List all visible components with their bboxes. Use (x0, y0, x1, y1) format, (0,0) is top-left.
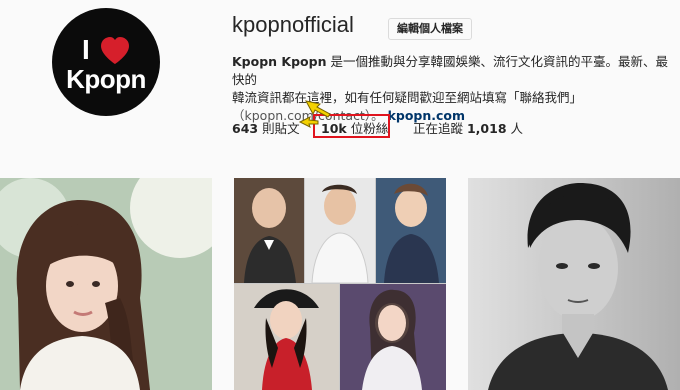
bio-name: Kpopn Kpopn (232, 54, 327, 69)
bio-text-line2: 韓流資訊都在這裡，如有任何疑問歡迎至網站填寫「聯絡我們」 (232, 90, 583, 105)
post-thumbnail-3[interactable] (468, 178, 680, 390)
logo-letter: I (82, 34, 90, 65)
arrow-icon (298, 116, 319, 128)
edit-profile-button[interactable]: 編輯個人檔案 (388, 18, 472, 40)
logo-wordmark: Kpopn (66, 64, 146, 94)
post-thumbnail-1[interactable] (0, 178, 212, 390)
man-portrait-photo-icon (468, 178, 680, 390)
following-count[interactable]: 正在追蹤 1,018 人 (413, 118, 523, 137)
posts-count: 643 則貼文 (232, 121, 300, 136)
post-thumbnail-2[interactable] (234, 178, 446, 390)
collage-photo-icon (234, 178, 446, 390)
woman-portrait-photo-icon (0, 178, 212, 390)
profile-username: kpopnofficial (232, 12, 354, 37)
heart-icon (101, 37, 129, 64)
profile-avatar[interactable]: I Kpopn (52, 8, 160, 116)
